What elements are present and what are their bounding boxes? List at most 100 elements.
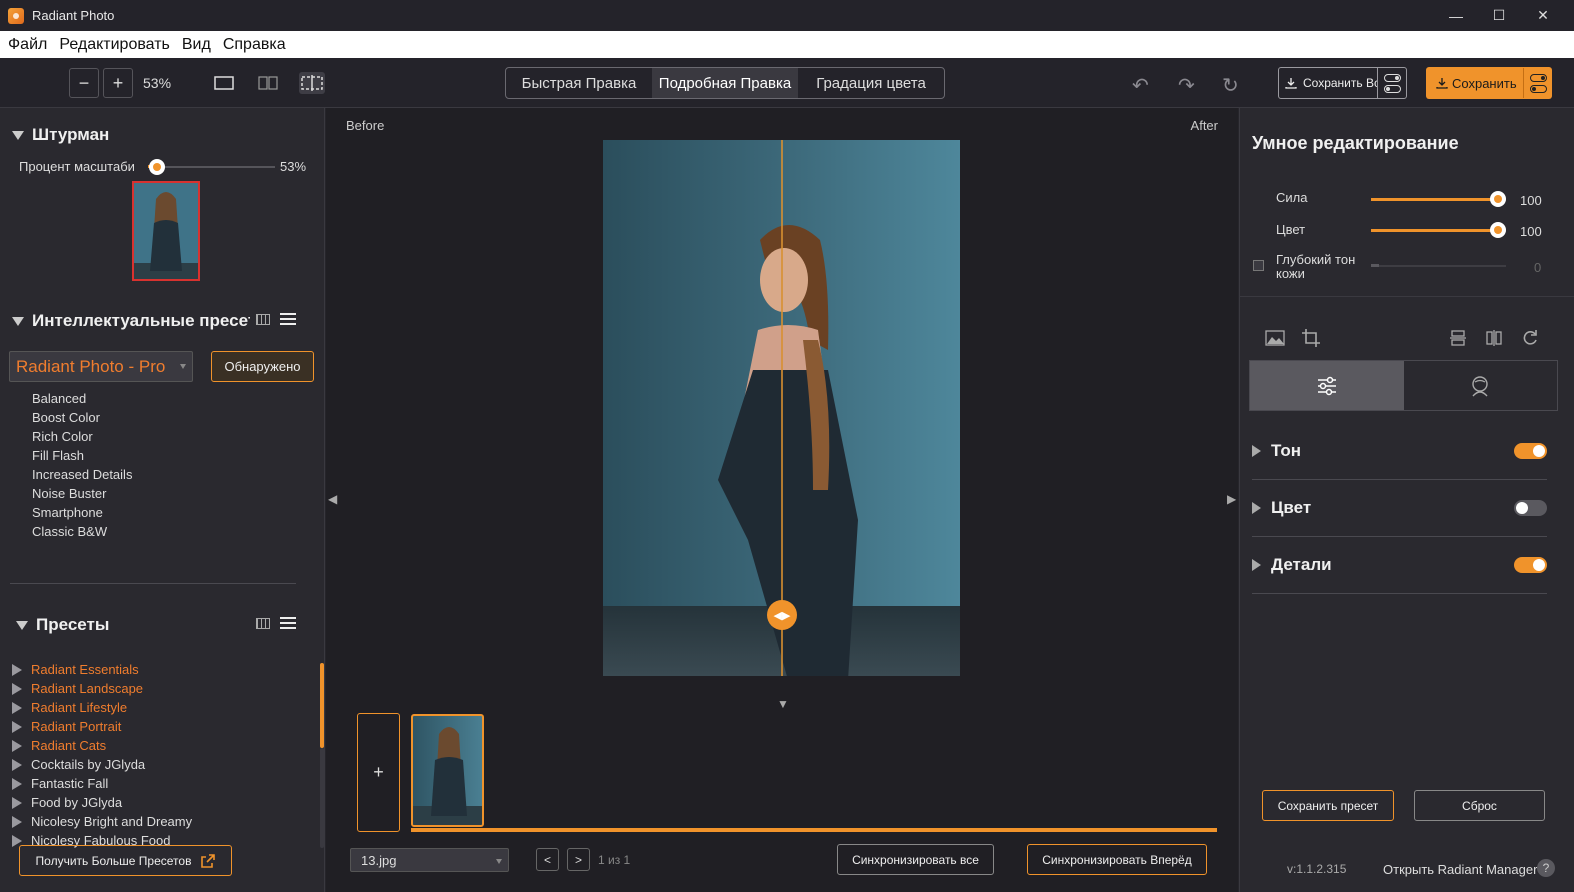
list-item[interactable]: Balanced xyxy=(32,389,132,408)
presets-scrollbar-thumb[interactable] xyxy=(320,663,324,748)
next-image-button[interactable]: > xyxy=(567,848,590,871)
preset-category[interactable]: Radiant Landscape xyxy=(12,679,192,698)
details-toggle[interactable] xyxy=(1514,557,1547,573)
flip-vertical-icon[interactable] xyxy=(1448,328,1468,348)
sync-all-button[interactable]: Синхронизировать все xyxy=(837,844,994,875)
split-handle-icon[interactable]: ◀▶ xyxy=(767,600,797,630)
tab-color-grading[interactable]: Градация цвета xyxy=(798,68,944,98)
preset-category-label: Cocktails by JGlyda xyxy=(31,757,146,772)
section-details[interactable]: Детали xyxy=(1252,550,1547,580)
list-item[interactable]: Fill Flash xyxy=(32,446,132,465)
preset-category[interactable]: Nicolesy Bright and Dreamy xyxy=(12,812,192,831)
side-by-side-view-icon[interactable] xyxy=(256,72,280,94)
expand-icon xyxy=(12,815,22,828)
detected-button[interactable]: Обнаружено xyxy=(211,351,314,382)
add-image-button[interactable]: + xyxy=(357,713,400,832)
open-manager-link[interactable]: Открыть Radiant Manager xyxy=(1383,862,1537,877)
save-all-options-icon[interactable] xyxy=(1377,68,1406,98)
presets-header[interactable]: Пресеты xyxy=(16,615,109,635)
sync-forward-button[interactable]: Синхронизировать Вперёд xyxy=(1027,844,1207,875)
tab-portrait[interactable] xyxy=(1404,361,1558,410)
tab-quick-edit[interactable]: Быстрая Правка xyxy=(506,68,652,98)
list-item[interactable]: Smartphone xyxy=(32,503,132,522)
menu-file[interactable]: Файл xyxy=(8,36,47,54)
histogram-icon[interactable] xyxy=(1265,328,1285,348)
list-view-icon[interactable] xyxy=(280,313,296,325)
section-color[interactable]: Цвет xyxy=(1252,493,1547,523)
preset-category[interactable]: Food by JGlyda xyxy=(12,793,192,812)
section-tone-label: Тон xyxy=(1271,441,1301,460)
section-tone[interactable]: Тон xyxy=(1252,436,1547,466)
tab-detailed-edit[interactable]: Подробная Правка xyxy=(652,68,798,98)
close-button[interactable]: ✕ xyxy=(1520,0,1566,31)
smart-preset-value: Radiant Photo - Pro xyxy=(16,356,166,376)
deep-skin-tone-checkbox[interactable] xyxy=(1253,260,1264,271)
save-button[interactable]: Сохранить xyxy=(1426,67,1552,99)
preset-category[interactable]: Radiant Lifestyle xyxy=(12,698,192,717)
preset-category[interactable]: Cocktails by JGlyda xyxy=(12,755,192,774)
split-view-icon[interactable] xyxy=(299,72,325,94)
collapse-icon xyxy=(16,620,28,630)
menu-view[interactable]: Вид xyxy=(182,36,211,54)
file-select[interactable]: 13.jpg xyxy=(350,848,509,872)
left-panel-toggle-icon[interactable]: ◀ xyxy=(328,492,337,506)
help-icon[interactable]: ? xyxy=(1537,859,1555,877)
film-thumbnail[interactable] xyxy=(411,714,484,827)
rotate-icon[interactable] xyxy=(1520,328,1540,348)
get-more-presets-button[interactable]: Получить Больше Пресетов xyxy=(19,845,232,876)
deep-skin-tone-slider[interactable] xyxy=(1371,265,1506,267)
zoom-in-button[interactable]: + xyxy=(103,68,133,98)
menu-bar: Файл Редактировать Вид Справка xyxy=(0,31,1574,58)
download-icon xyxy=(1436,78,1448,89)
save-label: Сохранить xyxy=(1452,75,1517,91)
split-line[interactable] xyxy=(781,140,783,676)
preset-category[interactable]: Radiant Cats xyxy=(12,736,192,755)
color-handle[interactable] xyxy=(1490,222,1506,238)
list-item[interactable]: Rich Color xyxy=(32,427,132,446)
single-view-icon[interactable] xyxy=(212,72,236,94)
save-all-button[interactable]: Сохранить Все xyxy=(1278,67,1407,99)
right-panel-toggle-icon[interactable]: ▶ xyxy=(1227,492,1236,506)
list-item[interactable]: Increased Details xyxy=(32,465,132,484)
color-toggle[interactable] xyxy=(1514,500,1547,516)
list-item[interactable]: Classic B&W xyxy=(32,522,132,541)
list-view-icon[interactable] xyxy=(280,617,296,629)
tab-adjustments[interactable] xyxy=(1250,361,1404,410)
filmstrip-toggle-icon[interactable]: ▼ xyxy=(777,697,789,711)
navigator-zoom-handle[interactable] xyxy=(149,159,165,175)
collapse-icon xyxy=(12,130,24,140)
reset-button[interactable]: Сброс xyxy=(1414,790,1545,821)
reset-icon[interactable]: ↻ xyxy=(1222,73,1239,98)
undo-icon[interactable]: ↶ xyxy=(1132,73,1149,98)
presets-scrollbar-track[interactable] xyxy=(320,748,324,848)
flip-horizontal-icon[interactable] xyxy=(1484,328,1504,348)
maximize-button[interactable]: ☐ xyxy=(1476,0,1522,31)
grid-view-icon[interactable] xyxy=(256,617,270,629)
save-preset-button[interactable]: Сохранить пресет xyxy=(1262,790,1394,821)
grid-view-icon[interactable] xyxy=(256,313,270,325)
color-fill xyxy=(1371,229,1498,232)
smart-presets-header[interactable]: Интеллектуальные пресеты xyxy=(12,311,250,331)
list-item[interactable]: Boost Color xyxy=(32,408,132,427)
menu-edit[interactable]: Редактировать xyxy=(59,36,170,54)
minimize-button[interactable]: — xyxy=(1433,0,1479,31)
filmstrip-scrollbar[interactable] xyxy=(411,828,1217,832)
list-item[interactable]: Noise Buster xyxy=(32,484,132,503)
prev-image-button[interactable]: < xyxy=(536,848,559,871)
navigator-header[interactable]: Штурман xyxy=(12,125,109,145)
preset-category-label: Nicolesy Bright and Dreamy xyxy=(31,814,193,829)
navigator-zoom-slider[interactable] xyxy=(148,166,275,168)
save-options-icon[interactable] xyxy=(1523,68,1552,98)
menu-help[interactable]: Справка xyxy=(223,36,286,54)
zoom-out-button[interactable]: − xyxy=(69,68,99,98)
preset-category[interactable]: Radiant Portrait xyxy=(12,717,192,736)
dropdown-arrow-icon xyxy=(180,364,186,369)
redo-icon[interactable]: ↷ xyxy=(1178,73,1195,98)
navigator-thumbnail[interactable] xyxy=(132,181,200,281)
crop-icon[interactable] xyxy=(1301,328,1321,348)
preset-category[interactable]: Fantastic Fall xyxy=(12,774,192,793)
preset-category[interactable]: Radiant Essentials xyxy=(12,660,192,679)
smart-preset-dropdown[interactable]: Radiant Photo - Pro xyxy=(9,351,193,382)
tone-toggle[interactable] xyxy=(1514,443,1547,459)
strength-handle[interactable] xyxy=(1490,191,1506,207)
